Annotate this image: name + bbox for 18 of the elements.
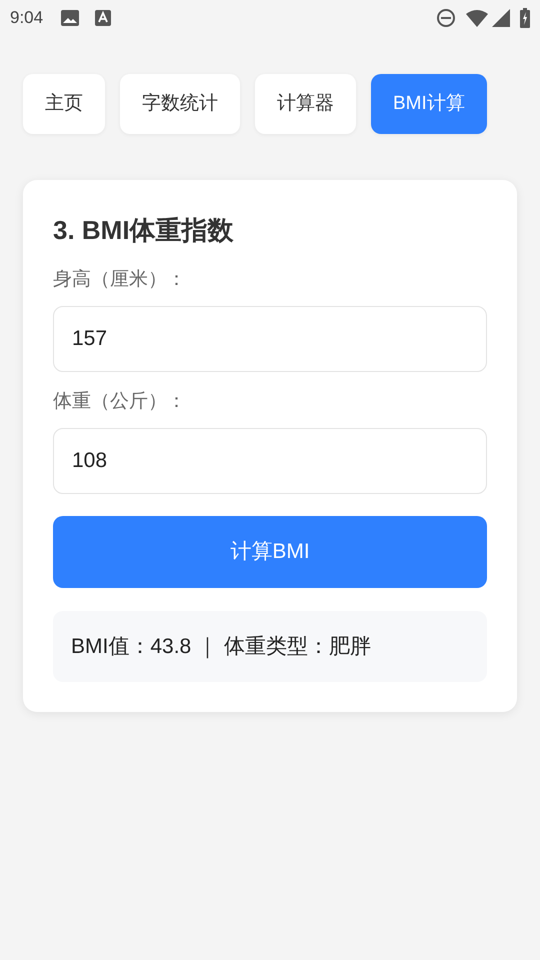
tab[interactable]: 计算器 bbox=[255, 74, 356, 134]
font-icon bbox=[95, 10, 112, 26]
tab[interactable]: 字数统计 bbox=[120, 74, 240, 134]
do-not-disturb-icon bbox=[436, 8, 456, 28]
field-label: 身高（厘米）： bbox=[53, 268, 187, 292]
status-time: 9:04 bbox=[10, 7, 44, 30]
field-label: 体重（公斤）： bbox=[53, 390, 187, 414]
wifi-icon bbox=[466, 9, 488, 27]
input-field[interactable]: 157 bbox=[53, 306, 487, 372]
calculate-button[interactable]: 计算BMI bbox=[53, 516, 487, 588]
tab[interactable]: 主页 bbox=[23, 74, 105, 134]
tab[interactable]: BMI计算 bbox=[371, 74, 487, 134]
battery-icon bbox=[520, 8, 530, 28]
card-title: 3. BMI体重指数 bbox=[53, 214, 235, 247]
image-icon bbox=[61, 10, 80, 26]
result-text: BMI值：43.8 ｜ 体重类型：肥胖 bbox=[71, 634, 371, 660]
input-field[interactable]: 108 bbox=[53, 428, 487, 494]
signal-icon bbox=[492, 9, 510, 27]
